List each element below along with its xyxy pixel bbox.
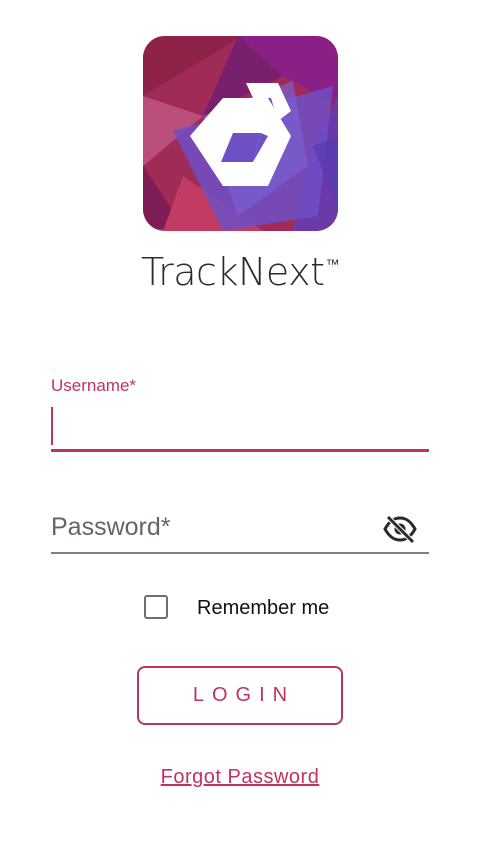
login-button[interactable]: LOGIN bbox=[137, 666, 343, 725]
username-input[interactable] bbox=[57, 410, 421, 446]
remember-me-row[interactable]: Remember me bbox=[144, 594, 364, 624]
app-title: TrackNext™ bbox=[0, 250, 480, 294]
forgot-password-link[interactable]: Forgot Password bbox=[0, 766, 480, 789]
trademark-symbol: ™ bbox=[325, 257, 339, 273]
text-cursor bbox=[51, 407, 53, 445]
username-label: Username* bbox=[51, 376, 137, 395]
password-underline bbox=[51, 552, 429, 554]
app-title-text: TrackNext bbox=[141, 250, 325, 294]
remember-me-label[interactable]: Remember me bbox=[197, 597, 329, 620]
eye-off-icon[interactable] bbox=[383, 514, 417, 544]
username-underline bbox=[51, 449, 429, 452]
tracknext-logo-icon bbox=[143, 36, 338, 231]
password-placeholder: Password* bbox=[51, 513, 171, 541]
app-logo bbox=[143, 36, 338, 231]
remember-me-checkbox[interactable] bbox=[144, 595, 168, 619]
password-field[interactable]: Password* bbox=[51, 508, 429, 554]
username-field[interactable]: Username* bbox=[51, 376, 429, 452]
